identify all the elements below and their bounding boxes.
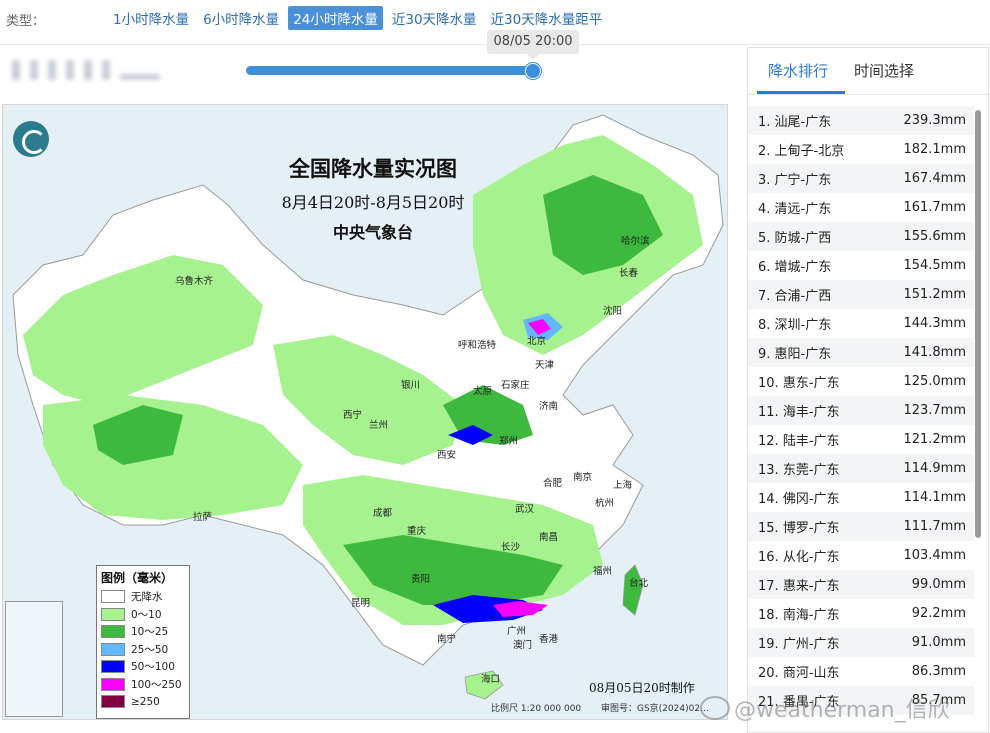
list-item[interactable]: 5. 防城-广西 155.6mm	[748, 222, 974, 251]
type-label: 类型：	[6, 14, 46, 29]
watermark: @weatherman_信欣	[700, 692, 950, 724]
city-label: 南宁	[437, 634, 457, 645]
list-item[interactable]: 4. 清远-广东 161.7mm	[748, 193, 974, 222]
city-label: 贵阳	[411, 574, 431, 585]
map-legend: 图例（毫米） 无降水 0～10 10～25 25～50 50～100 100～2…	[96, 565, 190, 719]
city-label: 哈尔滨	[621, 236, 650, 247]
made-time: 08月05日20时制作	[589, 681, 695, 695]
time-slider-handle[interactable]	[525, 63, 541, 79]
city-label: 成都	[373, 508, 393, 519]
legend-item: 100～250	[97, 676, 189, 694]
legend-title: 图例（毫米）	[101, 571, 174, 585]
city-label: 福州	[593, 566, 613, 577]
legend-item: 0～10	[97, 606, 189, 624]
cma-logo-icon	[13, 121, 49, 157]
city-label: 乌鲁木齐	[175, 276, 214, 287]
list-item[interactable]: 3. 广宁-广东 167.4mm	[748, 164, 974, 193]
city-label: 呼和浩特	[458, 340, 497, 351]
city-label: 昆明	[351, 598, 371, 609]
list-item[interactable]: 7. 合浦-广西 151.2mm	[748, 280, 974, 309]
legend-item: 无降水	[97, 588, 189, 606]
city-label: 台北	[629, 578, 649, 589]
ranking-list: 1. 汕尾-广东 239.3mm 2. 上甸子-北京 182.1mm 3. 广宁-广…	[748, 106, 974, 715]
city-label: 太原	[473, 386, 493, 397]
city-label: 香港	[539, 634, 559, 645]
list-item[interactable]: 8. 深圳-广东 144.3mm	[748, 309, 974, 338]
list-item[interactable]: 14. 佛冈-广东 114.1mm	[748, 483, 974, 512]
list-item[interactable]: 17. 惠来-广东 99.0mm	[748, 570, 974, 599]
tab-30d-precip-anomaly[interactable]: 近30天降水量距平	[486, 6, 608, 30]
city-label: 武汉	[515, 504, 535, 515]
tab-24h-precip[interactable]: 24小时降水量	[288, 6, 383, 30]
city-label: 南京	[573, 472, 593, 483]
city-label: 北京	[527, 336, 547, 347]
list-item[interactable]: 9. 惠阳-广东 141.8mm	[748, 338, 974, 367]
legend-item: 10～25	[97, 623, 189, 641]
panel-tabs: 降水排行 时间选择	[748, 48, 988, 95]
list-item[interactable]: 1. 汕尾-广东 239.3mm	[748, 106, 974, 135]
list-item[interactable]: 6. 增城-广东 154.5mm	[748, 251, 974, 280]
city-label: 西安	[437, 450, 457, 461]
map-issuer: 中央气象台	[332, 223, 413, 242]
list-item[interactable]: 20. 商河-山东 86.3mm	[748, 657, 974, 686]
tab-1h-precip[interactable]: 1小时降水量	[108, 6, 194, 30]
precipitation-map: 全国降水量实况图 8月4日20时-8月5日20时 中央气象台 乌鲁木齐 哈尔滨 …	[2, 104, 728, 720]
tab-time-select[interactable]: 时间选择	[854, 60, 914, 81]
list-item[interactable]: 15. 博罗-广东 111.7mm	[748, 512, 974, 541]
city-label: 合肥	[543, 478, 563, 489]
city-label: 广州	[507, 626, 527, 637]
type-tabs: 1小时降水量 6小时降水量 24小时降水量 近30天降水量 近30天降水量距平	[108, 6, 607, 30]
map-review-number: 审图号：GS京(2024)02…	[601, 704, 710, 714]
list-item[interactable]: 18. 南海-广东 92.2mm	[748, 599, 974, 628]
city-label: 石家庄	[501, 380, 530, 391]
tab-30d-precip[interactable]: 近30天降水量	[387, 6, 482, 30]
south-china-sea-inset	[5, 601, 63, 717]
city-label: 长沙	[501, 542, 521, 553]
city-label: 兰州	[369, 420, 389, 431]
city-label: 澳门	[513, 640, 533, 651]
list-item[interactable]: 2. 上甸子-北京 182.1mm	[748, 135, 974, 164]
city-label: 重庆	[407, 526, 427, 537]
city-label: 济南	[539, 401, 559, 412]
time-tooltip: 08/05 20:00	[487, 30, 579, 60]
weibo-icon	[700, 696, 730, 720]
list-item[interactable]: 13. 东莞-广东 114.9mm	[748, 454, 974, 483]
list-item[interactable]: 12. 陆丰-广东 121.2mm	[748, 425, 974, 454]
legend-item: 50～100	[97, 658, 189, 676]
ranking-panel: 降水排行 时间选择 1. 汕尾-广东 239.3mm 2. 上甸子-北京 182.1…	[747, 47, 989, 733]
map-period: 8月4日20时-8月5日20时	[281, 193, 465, 212]
map-scale: 比例尺 1:20 000 000	[491, 704, 582, 714]
city-label: 长春	[619, 268, 639, 279]
ranking-scrollbar[interactable]	[975, 110, 981, 538]
city-label: 南昌	[539, 532, 559, 543]
legend-item: ≥250	[97, 693, 189, 711]
active-tab-indicator	[757, 91, 845, 94]
list-item[interactable]: 11. 海丰-广东 123.7mm	[748, 396, 974, 425]
city-label: 郑州	[499, 436, 519, 447]
list-item[interactable]: 10. 惠东-广东 125.0mm	[748, 367, 974, 396]
blurred-logo	[8, 58, 168, 82]
city-label: 上海	[613, 480, 633, 491]
list-item[interactable]: 16. 从化-广东 103.4mm	[748, 541, 974, 570]
tab-6h-precip[interactable]: 6小时降水量	[198, 6, 284, 30]
map-title: 全国降水量实况图	[289, 156, 457, 181]
tab-precip-ranking[interactable]: 降水排行	[768, 60, 828, 81]
city-label: 海口	[481, 674, 501, 685]
time-slider-track[interactable]	[246, 66, 534, 75]
map-title-block: 全国降水量实况图 8月4日20时-8月5日20时 中央气象台	[243, 153, 503, 243]
city-label: 沈阳	[603, 306, 623, 317]
list-item[interactable]: 19. 广州-广东 91.0mm	[748, 628, 974, 657]
legend-item: 25～50	[97, 641, 189, 659]
city-label: 杭州	[595, 498, 615, 509]
city-label: 拉萨	[193, 512, 213, 523]
city-label: 西宁	[343, 410, 363, 421]
city-label: 银川	[401, 380, 421, 391]
city-label: 天津	[535, 360, 555, 371]
